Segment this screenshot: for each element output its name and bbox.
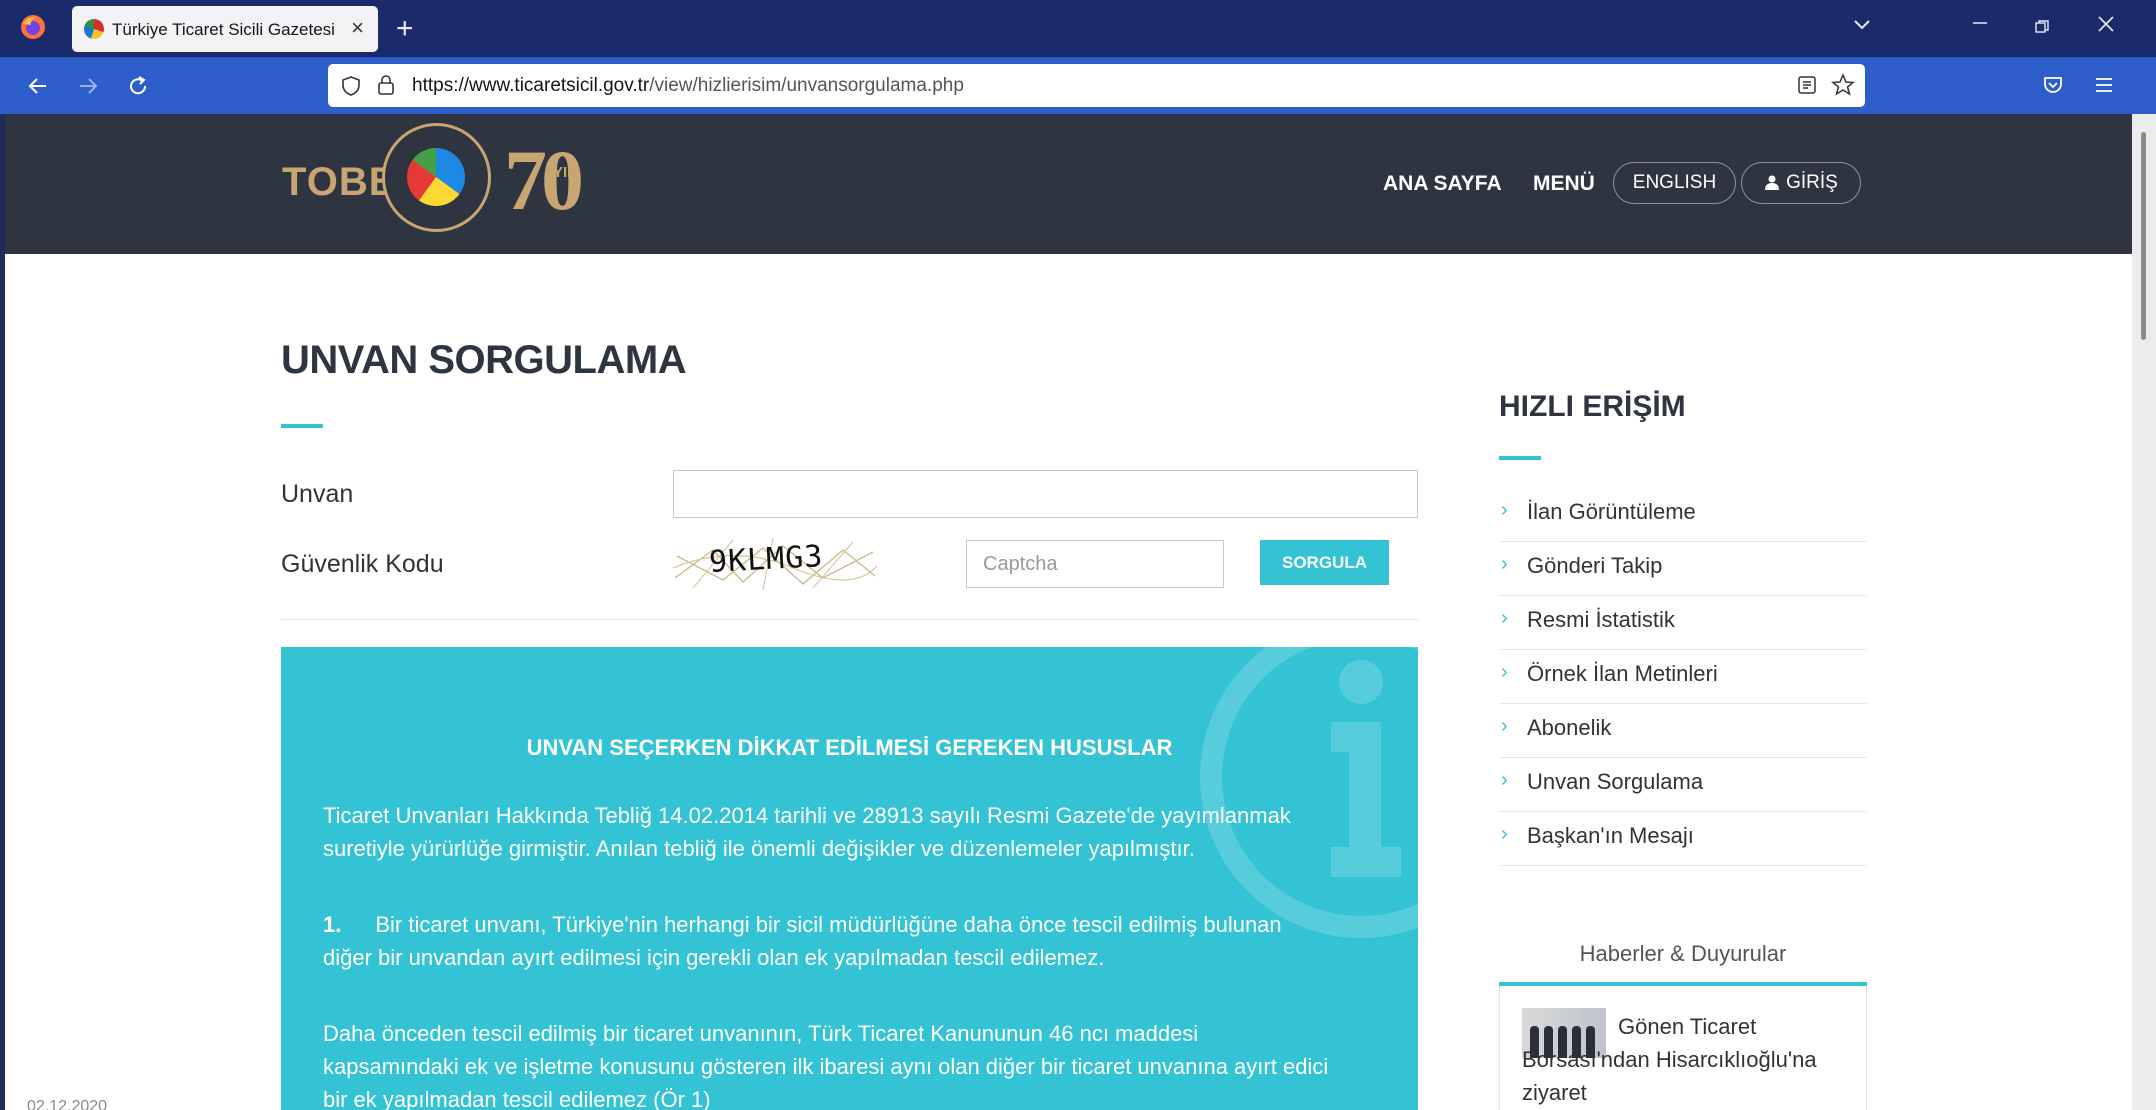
pocket-icon[interactable] — [2042, 74, 2064, 101]
hamburger-icon[interactable] — [2093, 74, 2115, 101]
captcha-code: 9KLMG3 — [708, 539, 825, 580]
logo-seal-icon[interactable] — [382, 123, 491, 232]
info-title: UNVAN SEÇERKEN DİKKAT EDİLMESİ GEREKEN H… — [526, 735, 1173, 760]
site-header: TOBB 70 YIL ANA SAYFA MENÜ ENGLISH GİRİŞ — [5, 114, 2132, 254]
url-text: https://www.ticaretsicil.gov.tr/view/hiz… — [412, 75, 964, 97]
firefox-icon[interactable] — [20, 14, 46, 45]
captcha-image: 9KLMG3 — [673, 538, 877, 590]
sidebar-accent-bar — [1499, 456, 1541, 460]
sidebar-item-label: Başkan'ın Mesajı — [1527, 823, 1694, 848]
url-path: /view/hizlierisim/unvansorgulama.php — [649, 75, 964, 96]
sidebar-item-abonelik[interactable]: › Abonelik — [1499, 704, 1867, 758]
chevron-down-icon[interactable] — [1852, 14, 1872, 39]
shield-icon[interactable] — [340, 75, 362, 102]
nav-login-label: GİRİŞ — [1786, 172, 1838, 193]
chevron-right-icon: › — [1501, 661, 1508, 683]
news-item-date: 02.12.2020 — [27, 1098, 108, 1110]
sidebar-item-resmi-istatistik[interactable]: › Resmi İstatistik — [1499, 596, 1867, 650]
web-page: TOBB 70 YIL ANA SAYFA MENÜ ENGLISH GİRİŞ… — [5, 114, 2132, 1110]
star-icon[interactable] — [1831, 73, 1855, 102]
sidebar-item-label: Gönderi Takip — [1527, 553, 1663, 578]
tab-active[interactable]: Türkiye Ticaret Sicili Gazetesi | Ticare… — [72, 6, 378, 52]
tab-close-icon[interactable]: × — [351, 15, 364, 41]
minimize-icon[interactable] — [1971, 12, 1989, 36]
nav-home[interactable]: ANA SAYFA — [1383, 172, 1502, 196]
nav-english-button[interactable]: ENGLISH — [1613, 162, 1736, 204]
lock-icon[interactable] — [376, 74, 396, 101]
user-icon — [1765, 175, 1780, 190]
logo-text[interactable]: TOBB — [282, 160, 399, 205]
forward-icon[interactable] — [76, 74, 100, 103]
captcha-input[interactable] — [966, 540, 1224, 588]
restore-icon[interactable] — [2034, 16, 2050, 40]
back-icon[interactable] — [26, 74, 50, 103]
tobb-favicon-icon — [84, 19, 104, 39]
sidebar-item-ornek-ilan-metinleri[interactable]: › Örnek İlan Metinleri — [1499, 650, 1867, 704]
chevron-right-icon: › — [1501, 499, 1508, 521]
browser-tab-bar: Türkiye Ticaret Sicili Gazetesi | Ticare… — [0, 0, 2156, 57]
form-divider — [281, 619, 1418, 620]
reload-icon[interactable] — [126, 74, 150, 103]
security-code-label: Güvenlik Kodu — [281, 550, 444, 578]
chevron-right-icon: › — [1501, 607, 1508, 629]
news-item-title[interactable]: Gönen Ticaret Borsası'ndan Hisarcıklıoğl… — [1522, 1010, 1842, 1109]
sidebar-item-label: Resmi İstatistik — [1527, 607, 1675, 632]
logo-anniversary-suffix: YIL — [553, 164, 577, 181]
sidebar-item-unvan-sorgulama[interactable]: › Unvan Sorgulama — [1499, 758, 1867, 812]
nav-login-button[interactable]: GİRİŞ — [1741, 162, 1861, 204]
title-accent-bar — [281, 424, 323, 428]
sidebar-item-label: İlan Görüntüleme — [1527, 499, 1696, 524]
sorgula-button[interactable]: SORGULA — [1260, 540, 1389, 585]
chevron-right-icon: › — [1501, 553, 1508, 575]
news-card[interactable]: Gönen Ticaret Borsası'ndan Hisarcıklıoğl… — [1499, 986, 1867, 1110]
sidebar-title: HIZLI ERİŞİM — [1499, 390, 1686, 423]
info-box: UNVAN SEÇERKEN DİKKAT EDİLMESİ GEREKEN H… — [281, 647, 1418, 1110]
unvan-input[interactable] — [673, 470, 1418, 518]
nav-menu[interactable]: MENÜ — [1533, 172, 1595, 196]
chevron-right-icon: › — [1501, 823, 1508, 845]
sidebar-item-label: Abonelik — [1527, 715, 1612, 740]
unvan-label: Unvan — [281, 480, 354, 508]
page-title: UNVAN SORGULAMA — [281, 338, 687, 382]
chevron-right-icon: › — [1501, 715, 1508, 737]
close-window-icon[interactable] — [2096, 14, 2116, 39]
scrollbar-thumb[interactable] — [2141, 132, 2146, 340]
info-item-1: 1. Bir ticaret unvanı, Türkiye'nin herhan… — [323, 908, 1333, 974]
sidebar-item-label: Örnek İlan Metinleri — [1527, 661, 1718, 686]
sidebar-item-ilan-goruntuleme[interactable]: › İlan Görüntüleme — [1499, 488, 1867, 542]
info-paragraph-1: Ticaret Unvanları Hakkında Tebliğ 14.02.… — [323, 803, 1291, 861]
sidebar-item-gonderi-takip[interactable]: › Gönderi Takip — [1499, 542, 1867, 596]
info-paragraph-2: Daha önceden tescil edilmiş bir ticaret … — [323, 1021, 1329, 1110]
reader-icon[interactable] — [1796, 74, 1818, 101]
sidebar-item-baskanin-mesaji[interactable]: › Başkan'ın Mesajı — [1499, 812, 1867, 866]
news-heading[interactable]: Haberler & Duyurular — [1499, 924, 1867, 986]
info-icon — [1200, 647, 1418, 938]
sidebar-item-label: Unvan Sorgulama — [1527, 769, 1704, 794]
browser-nav-bar: https://www.ticaretsicil.gov.tr/view/hiz… — [0, 57, 2156, 114]
url-host: https://www.ticaretsicil.gov.tr — [412, 75, 650, 96]
info-item-text: Bir ticaret unvanı, Türkiye'nin herhangi… — [323, 912, 1282, 970]
chevron-right-icon: › — [1501, 769, 1508, 791]
page-scrollbar[interactable] — [2132, 114, 2156, 1110]
url-bar[interactable]: https://www.ticaretsicil.gov.tr/view/hiz… — [328, 64, 1865, 107]
info-item-number: 1. — [323, 912, 342, 937]
new-tab-icon[interactable]: + — [396, 14, 414, 44]
tab-title: Türkiye Ticaret Sicili Gazetesi | Ticare… — [112, 20, 336, 39]
